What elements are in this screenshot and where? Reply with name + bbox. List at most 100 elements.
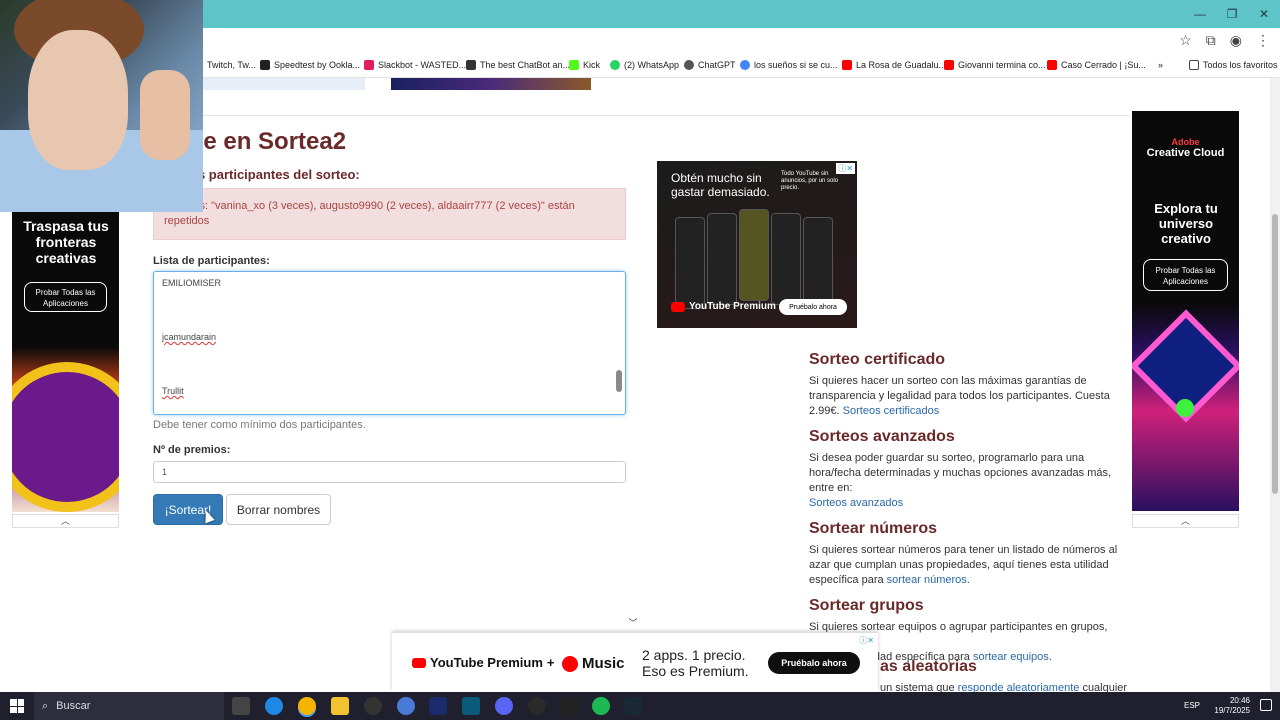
banner-message: 2 apps. 1 precio. Eso es Premium. bbox=[642, 647, 749, 679]
phone-image bbox=[771, 213, 801, 305]
phone-image bbox=[739, 209, 769, 301]
vegas-icon[interactable] bbox=[462, 697, 480, 715]
banner-toggle[interactable]: ﹀ bbox=[620, 614, 646, 632]
search-icon: ⌕ bbox=[42, 699, 49, 712]
section-text: un sistema que responde aleatoriamente c… bbox=[880, 682, 1128, 692]
bookmarks-overflow[interactable]: » bbox=[1158, 60, 1163, 70]
section-title: Sorteo certificado bbox=[809, 351, 946, 368]
header-banner bbox=[391, 78, 591, 90]
bookmark-item[interactable]: Speedtest by Ookla... bbox=[260, 60, 360, 70]
steam-icon[interactable] bbox=[624, 697, 642, 715]
obs-icon[interactable] bbox=[364, 697, 382, 715]
ad-artwork-eye bbox=[1176, 399, 1194, 417]
bookmark-item[interactable]: Twitch, Tw... bbox=[207, 60, 256, 70]
random-link[interactable]: responde aleatoriamente bbox=[958, 682, 1080, 692]
windows-taskbar: ⌕ Buscar ESP 20:46 19/7/2025 bbox=[0, 692, 1280, 720]
webcam-hand bbox=[140, 70, 190, 160]
advanced-link[interactable]: Sorteos avanzados bbox=[809, 497, 903, 509]
discord-icon[interactable] bbox=[495, 697, 513, 715]
photoshop-icon[interactable] bbox=[429, 697, 447, 715]
bookmark-item[interactable]: Caso Cerrado | ¡Su... bbox=[1047, 60, 1146, 70]
prizes-input[interactable]: 1 bbox=[153, 461, 626, 483]
ad-cta-button[interactable]: Probar Todas las Aplicaciones bbox=[24, 282, 107, 312]
bottom-banner-ad[interactable]: YouTube Premium + Music 2 apps. 1 precio.… bbox=[392, 632, 878, 692]
app-icon[interactable] bbox=[561, 697, 579, 715]
webcam-overlay bbox=[0, 0, 203, 212]
bookmark-item[interactable]: Giovanni termina co... bbox=[944, 60, 1046, 70]
ad-headline: Traspasa tus fronteras creativas bbox=[23, 218, 109, 266]
numbers-link[interactable]: sortear números bbox=[887, 574, 967, 586]
collapse-ad-button[interactable]: ︿ bbox=[12, 514, 119, 528]
bookmark-item[interactable]: (2) WhatsApp bbox=[610, 60, 679, 70]
bookmark-item[interactable]: The best ChatBot an... bbox=[466, 60, 570, 70]
divider bbox=[140, 115, 1130, 116]
page-title: ee en Sortea2 bbox=[190, 128, 347, 155]
ad-brand-product: Creative Cloud bbox=[1146, 147, 1225, 159]
right-skyscraper-ad[interactable]: Adobe Creative Cloud Explora tu universo… bbox=[1132, 111, 1239, 511]
participant-entry: Trullit bbox=[162, 386, 184, 396]
clock[interactable]: 20:46 19/7/2025 bbox=[1214, 696, 1250, 716]
section-title: Sortear grupos bbox=[809, 597, 924, 614]
language-indicator[interactable]: ESP bbox=[1184, 701, 1200, 710]
section-text: Si desea poder guardar su sorteo, progra… bbox=[809, 452, 1112, 494]
ad-brand: YouTube Premium bbox=[671, 301, 776, 312]
spotify-icon[interactable] bbox=[592, 697, 610, 715]
textarea-scroll-thumb[interactable] bbox=[616, 370, 622, 392]
menu-icon[interactable]: ⋮ bbox=[1256, 32, 1270, 49]
participants-help: Debe tener como mínimo dos participantes… bbox=[153, 419, 366, 431]
left-skyscraper-ad[interactable]: Traspasa tus fronteras creativas Probar … bbox=[12, 212, 119, 512]
app-icon[interactable] bbox=[528, 697, 546, 715]
ad-subtext: Todo YouTube sin anuncios, por un solo p… bbox=[781, 171, 839, 191]
bookmark-item[interactable]: La Rosa de Guadalu... bbox=[842, 60, 946, 70]
chevron-up-icon: ︿ bbox=[1180, 516, 1190, 526]
ad-artwork bbox=[12, 362, 119, 512]
bookmark-item[interactable]: Kick bbox=[569, 60, 600, 70]
section-title: as aleatorias bbox=[880, 658, 977, 675]
random-section: as aleatorias un sistema que responde al… bbox=[880, 658, 1130, 692]
ad-cta-button[interactable]: Probar Todas las Aplicaciones bbox=[1143, 259, 1228, 291]
extensions-icon[interactable]: ⧉ bbox=[1206, 32, 1216, 49]
app-icon[interactable] bbox=[397, 697, 415, 715]
clear-names-button[interactable]: Borrar nombres bbox=[226, 494, 331, 525]
close-button[interactable]: ✕ bbox=[1248, 0, 1280, 28]
taskbar-search[interactable]: ⌕ Buscar bbox=[34, 692, 224, 720]
chrome-icon[interactable] bbox=[298, 697, 316, 715]
task-view-icon[interactable] bbox=[232, 697, 250, 715]
restore-button[interactable]: ❐ bbox=[1216, 0, 1248, 28]
minimize-button[interactable]: — bbox=[1184, 0, 1216, 28]
edge-icon[interactable] bbox=[265, 697, 283, 715]
collapse-ad-button[interactable]: ︿ bbox=[1132, 514, 1239, 528]
bookmark-item[interactable]: los sueños si se cu... bbox=[740, 60, 838, 70]
certified-link[interactable]: Sorteos certificados bbox=[843, 405, 940, 417]
profile-icon[interactable]: ◉ bbox=[1230, 32, 1242, 49]
page-scrollbar[interactable] bbox=[1270, 78, 1280, 692]
ad-headline: Obtén mucho sin gastar demasiado. bbox=[671, 171, 770, 199]
section-text: Si quieres hacer un sorteo con las máxim… bbox=[809, 375, 1110, 417]
participants-textarea[interactable]: EMILIOMISER jcamundarain Trullit bbox=[153, 271, 626, 415]
certified-section: Sorteo certificado Si quieres hacer un s… bbox=[809, 351, 1121, 419]
participant-entry: jcamundarain bbox=[162, 332, 217, 342]
ad-close-icon[interactable]: ⓘ✕ bbox=[857, 635, 876, 646]
numbers-section: Sortear números Si quieres sortear númer… bbox=[809, 520, 1121, 588]
textarea-scrollbar[interactable] bbox=[615, 274, 623, 410]
duplicates-alert: cipantes: "vanina_xo (3 veces), augusto9… bbox=[153, 188, 626, 240]
bookmark-item[interactable]: Slackbot - WASTED... bbox=[364, 60, 466, 70]
notifications-icon[interactable] bbox=[1260, 699, 1272, 711]
star-icon[interactable]: ☆ bbox=[1179, 32, 1192, 49]
ad-close-icon[interactable]: ⓘ✕ bbox=[836, 163, 855, 174]
phone-image bbox=[803, 217, 833, 309]
all-bookmarks-folder[interactable]: Todos los favoritos bbox=[1189, 60, 1278, 70]
page-scroll-thumb[interactable] bbox=[1272, 214, 1278, 494]
youtube-logo-icon bbox=[671, 301, 685, 312]
chevron-down-icon: ﹀ bbox=[628, 618, 638, 628]
file-explorer-icon[interactable] bbox=[331, 697, 349, 715]
participants-subtitle: os participantes del sorteo: bbox=[190, 167, 360, 182]
youtube-premium-ad[interactable]: Obtén mucho sin gastar demasiado. Todo Y… bbox=[657, 161, 857, 328]
bookmark-item[interactable]: ChatGPT bbox=[684, 60, 736, 70]
windows-start-icon[interactable] bbox=[10, 699, 24, 713]
banner-cta-button[interactable]: Pruébalo ahora bbox=[768, 652, 860, 674]
section-title: Sortear números bbox=[809, 520, 938, 537]
webcam-face bbox=[28, 30, 128, 170]
ad-cta-button[interactable]: Pruébalo ahora bbox=[779, 299, 847, 315]
ad-headline: Explora tu universo creativo bbox=[1154, 201, 1218, 246]
